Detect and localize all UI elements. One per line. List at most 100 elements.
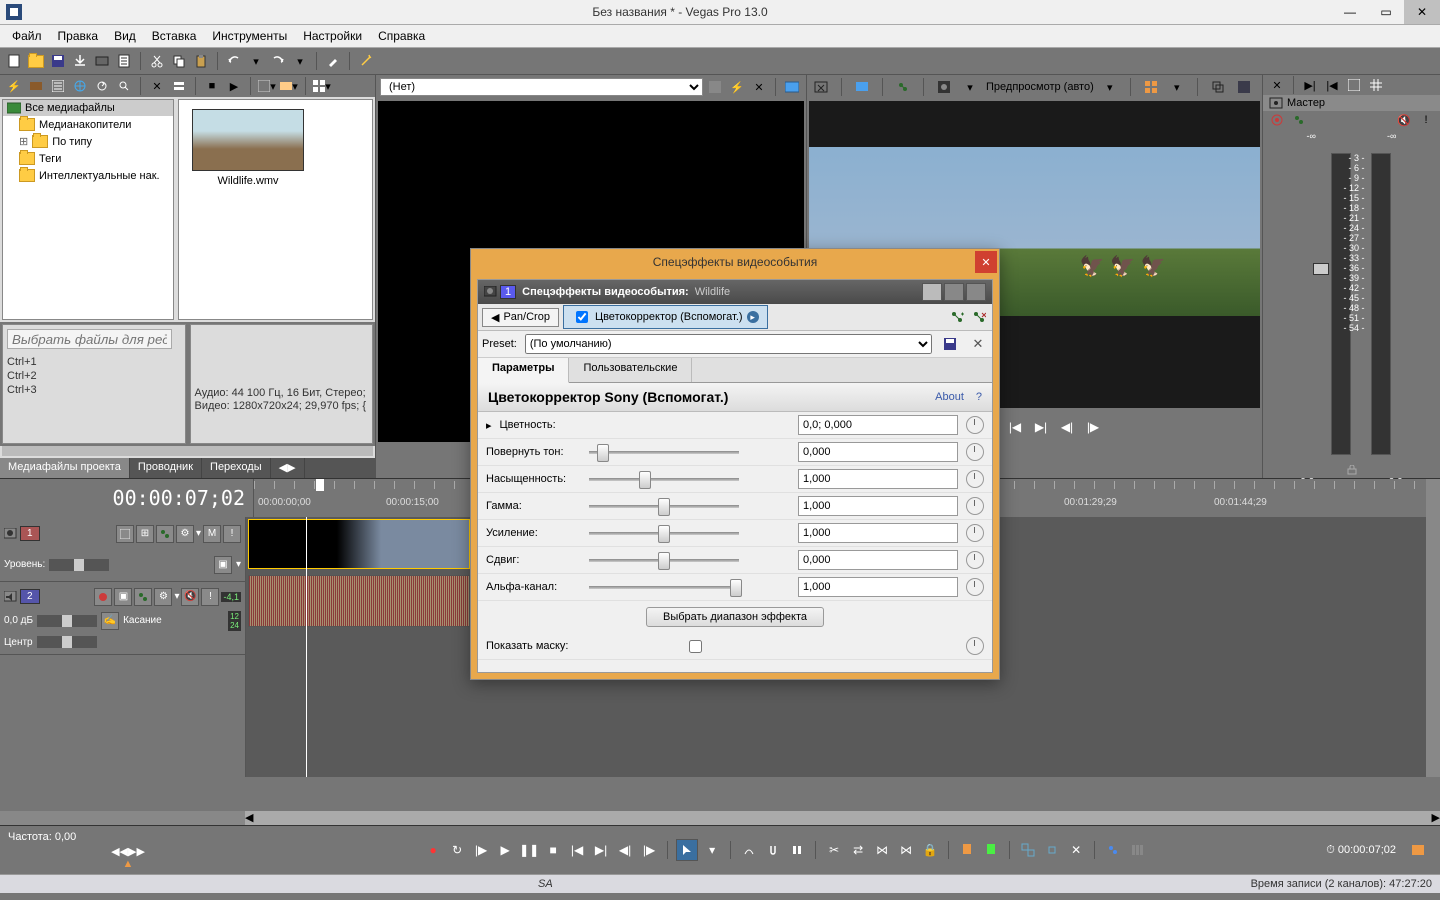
record-button[interactable]: ●: [423, 840, 443, 860]
timeline-hscroll[interactable]: ◀▶: [245, 811, 1440, 825]
clip-icon[interactable]: [26, 76, 46, 96]
tab-project-media[interactable]: Медиафайлы проекта: [0, 458, 130, 478]
quantize-button[interactable]: [787, 840, 807, 860]
track-fx-icon[interactable]: [134, 588, 152, 606]
web-icon[interactable]: [70, 76, 90, 96]
fx-view3-icon[interactable]: [966, 283, 986, 301]
fx-tab-custom[interactable]: Пользовательские: [569, 358, 692, 382]
preview-monitor-icon[interactable]: [852, 77, 872, 97]
bolt-icon[interactable]: ⚡: [4, 76, 24, 96]
tree-item[interactable]: Медианакопители: [3, 116, 173, 133]
go-start-button[interactable]: |◀: [567, 840, 587, 860]
redo-icon[interactable]: [268, 51, 288, 71]
timeline-vscroll[interactable]: [1426, 517, 1440, 777]
fx-mask-checkbox[interactable]: [689, 640, 702, 653]
fx-hue-value[interactable]: [798, 442, 958, 462]
track-rec-icon[interactable]: [94, 588, 112, 606]
pause-button[interactable]: ❚❚: [519, 840, 539, 860]
playhead[interactable]: [306, 517, 307, 777]
play-button[interactable]: ▶: [495, 840, 515, 860]
media-tree[interactable]: Все медиафайлы Медианакопители ⊞По типу …: [2, 99, 174, 320]
loop-button[interactable]: ↻: [447, 840, 467, 860]
paste-icon[interactable]: [191, 51, 211, 71]
play-media-icon[interactable]: ▶: [224, 76, 244, 96]
render-icon[interactable]: [92, 51, 112, 71]
fx-gain-value[interactable]: [798, 523, 958, 543]
menu-help[interactable]: Справка: [370, 26, 433, 46]
master-target-icon[interactable]: [1267, 110, 1287, 130]
track-auto-icon[interactable]: ⚙: [154, 588, 172, 606]
tree-all-media[interactable]: Все медиафайлы: [3, 100, 173, 116]
preview-overlay-dd-icon[interactable]: ▾: [1167, 77, 1187, 97]
fx-alpha-keyframe-icon[interactable]: [966, 578, 984, 596]
media-props-icon[interactable]: [48, 76, 68, 96]
fx-dialog-title[interactable]: Спецэффекты видеособытия: [471, 249, 999, 275]
preview-quality[interactable]: Предпросмотр (авто): [986, 81, 1094, 93]
preview-copy-icon[interactable]: [1208, 77, 1228, 97]
fx-add-chain-icon[interactable]: [948, 308, 966, 326]
master-out-icon[interactable]: |◀: [1322, 75, 1342, 95]
menu-file[interactable]: Файл: [4, 26, 50, 46]
cut-tl-button[interactable]: ✂: [824, 840, 844, 860]
prev-frame-button[interactable]: ◀|: [615, 840, 635, 860]
stop-media-icon[interactable]: ■: [202, 76, 222, 96]
fx-gain-keyframe-icon[interactable]: [966, 524, 984, 542]
fx-chip-pancrop[interactable]: ◀Pan/Crop: [482, 308, 559, 327]
zoom-tool-2[interactable]: [1042, 840, 1062, 860]
frame-fwd-icon[interactable]: |▶: [1083, 417, 1103, 437]
track-motion-icon[interactable]: ⊞: [136, 525, 154, 543]
ruler-tool[interactable]: ✕: [1066, 840, 1086, 860]
video-clip[interactable]: [248, 519, 470, 569]
minimize-button[interactable]: —: [1332, 0, 1368, 24]
view-mode-icon[interactable]: ▾: [312, 76, 332, 96]
track-mute-icon[interactable]: M: [203, 525, 221, 543]
master-fx-icon[interactable]: [1289, 110, 1309, 130]
fx-sat-value[interactable]: [798, 469, 958, 489]
preview-split-dd-icon[interactable]: ▾: [960, 77, 980, 97]
next-frame-button[interactable]: |▶: [639, 840, 659, 860]
close-button[interactable]: ✕: [1404, 0, 1440, 24]
save-icon[interactable]: [48, 51, 68, 71]
menu-edit[interactable]: Правка: [50, 26, 107, 46]
track-mute-icon[interactable]: 🔇: [181, 588, 199, 606]
master-solo-icon[interactable]: !: [1416, 110, 1436, 130]
trimmer-select[interactable]: (Нет): [380, 78, 703, 96]
stop-button[interactable]: ■: [543, 840, 563, 860]
preview-split-icon[interactable]: [934, 77, 954, 97]
tab-transitions[interactable]: Переходы: [202, 458, 271, 478]
preview-fx-icon[interactable]: [893, 77, 913, 97]
tab-explorer[interactable]: Проводник: [130, 458, 202, 478]
fx-dialog[interactable]: Спецэффекты видеособытия ✕ 1 Спецэффекты…: [470, 248, 1000, 680]
copy-icon[interactable]: [169, 51, 189, 71]
tree-item[interactable]: Интеллектуальные нак.: [3, 167, 173, 184]
brush-icon[interactable]: [323, 51, 343, 71]
tree-item[interactable]: ⊞По типу: [3, 133, 173, 150]
fx-preset-select[interactable]: (По умолчанию): [525, 334, 932, 354]
preview-dd-icon[interactable]: ▾: [1100, 77, 1120, 97]
menu-view[interactable]: Вид: [106, 26, 144, 46]
fx-shift-slider[interactable]: [658, 552, 670, 570]
undo-icon[interactable]: [224, 51, 244, 71]
preview-ext-icon[interactable]: [811, 77, 831, 97]
trimmer-x-icon[interactable]: ✕: [749, 77, 769, 97]
fx-hue-keyframe-icon[interactable]: [966, 443, 984, 461]
menu-tools[interactable]: Инструменты: [204, 26, 295, 46]
preview-overlay-icon[interactable]: [1141, 77, 1161, 97]
fx-shift-keyframe-icon[interactable]: [966, 551, 984, 569]
preview-save-icon[interactable]: [1234, 77, 1254, 97]
track-pan-slider[interactable]: [37, 636, 97, 648]
fx-alpha-value[interactable]: [798, 577, 958, 597]
fx-sat-slider[interactable]: [639, 471, 651, 489]
marker-button[interactable]: [957, 840, 977, 860]
master-mute-icon[interactable]: 🔇: [1394, 110, 1414, 130]
redo-dropdown-icon[interactable]: ▾: [290, 51, 310, 71]
fx-tab-params[interactable]: Параметры: [478, 358, 569, 383]
crossfade-button[interactable]: ⋈: [872, 840, 892, 860]
status-zoom-icon[interactable]: [1408, 840, 1428, 860]
snapping-button[interactable]: [763, 840, 783, 860]
go-end-button[interactable]: ▶|: [591, 840, 611, 860]
selection-tool-dd[interactable]: ▾: [702, 840, 722, 860]
fx-about-link[interactable]: About: [935, 391, 964, 403]
fx-alpha-slider[interactable]: [730, 579, 742, 597]
normal-edit-tool[interactable]: [676, 839, 698, 861]
